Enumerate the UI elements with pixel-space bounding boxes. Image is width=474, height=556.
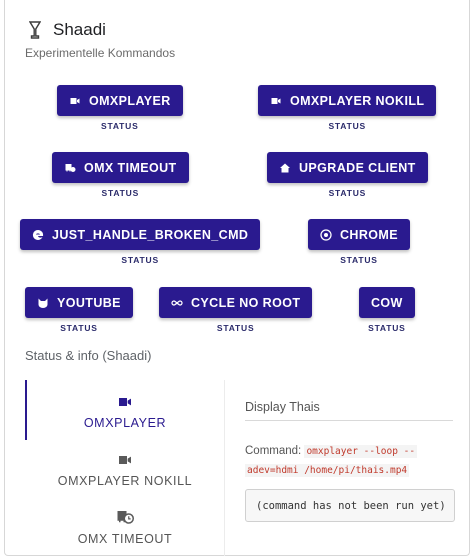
edge-browser-icon bbox=[32, 229, 44, 240]
omxplayer-nokill-button-label: OMXPLAYER NOKILL bbox=[290, 93, 425, 108]
status-label: STATUS bbox=[340, 255, 378, 265]
cat-icon bbox=[38, 298, 48, 308]
cow-button-label: COW bbox=[371, 295, 403, 310]
youtube-button[interactable]: YOUTUBE bbox=[25, 287, 133, 318]
video-camera-icon bbox=[271, 97, 281, 104]
just-handle-broken-cmd-button-label: JUST_HANDLE_BROKEN_CMD bbox=[52, 227, 249, 242]
video-camera-icon bbox=[119, 398, 131, 406]
status-label: STATUS bbox=[368, 323, 406, 333]
command-code: omxplayer --loop -- bbox=[304, 445, 418, 458]
command-omx-timeout: OMX TIMEOUT STATUS bbox=[52, 152, 189, 198]
command-just-handle-broken-cmd: JUST_HANDLE_BROKEN_CMD STATUS bbox=[20, 219, 261, 265]
tab-omxplayer-nokill[interactable]: OMXPLAYER NOKILL bbox=[25, 452, 225, 488]
bus-clock-icon bbox=[117, 511, 134, 524]
command-chrome: CHROME STATUS bbox=[308, 219, 410, 265]
card-header: Shaadi bbox=[27, 20, 106, 40]
bus-clock-icon bbox=[65, 163, 76, 172]
upgrade-client-button-label: UPGRADE CLIENT bbox=[299, 160, 416, 175]
tab-label: OMX TIMEOUT bbox=[77, 532, 173, 546]
tab-omxplayer[interactable]: OMXPLAYER bbox=[25, 394, 225, 430]
device-subtitle: Experimentelle Kommandos bbox=[25, 46, 176, 60]
command-label: Command: bbox=[245, 445, 302, 457]
cycle-no-root-button-label: CYCLE NO ROOT bbox=[191, 295, 301, 310]
status-label: STATUS bbox=[101, 188, 140, 198]
command-upgrade-client: UPGRADE CLIENT STATUS bbox=[267, 152, 428, 198]
command-output: (command has not been run yet) bbox=[245, 489, 455, 522]
status-label: STATUS bbox=[328, 121, 366, 131]
panel-title: Display Thais bbox=[245, 400, 320, 414]
tab-omx-timeout[interactable]: OMX TIMEOUT bbox=[25, 508, 225, 546]
status-label: STATUS bbox=[121, 255, 159, 265]
command-omxplayer-nokill: OMXPLAYER NOKILL STATUS bbox=[258, 85, 437, 131]
home-icon bbox=[280, 163, 290, 172]
upgrade-client-button[interactable]: UPGRADE CLIENT bbox=[267, 152, 428, 183]
chrome-icon bbox=[320, 228, 332, 241]
card: Shaadi Experimentelle Kommandos OMXPLAYE… bbox=[4, 0, 470, 556]
command-youtube: YOUTUBE STATUS bbox=[25, 287, 133, 333]
omx-timeout-button-label: OMX TIMEOUT bbox=[84, 160, 177, 175]
omxplayer-button-label: OMXPLAYER bbox=[89, 93, 171, 108]
device-title: Shaadi bbox=[53, 20, 106, 39]
video-camera-icon bbox=[70, 97, 80, 104]
omxplayer-button[interactable]: OMXPLAYER bbox=[57, 85, 183, 116]
command-omxplayer: OMXPLAYER STATUS bbox=[57, 85, 183, 131]
divider bbox=[245, 420, 453, 421]
tab-label: OMXPLAYER NOKILL bbox=[57, 474, 193, 488]
chrome-button-label: CHROME bbox=[340, 227, 398, 242]
youtube-button-label: YOUTUBE bbox=[57, 295, 121, 310]
omxplayer-nokill-button[interactable]: OMXPLAYER NOKILL bbox=[258, 85, 437, 116]
status-label: STATUS bbox=[60, 323, 98, 333]
status-info-title: Status & info (Shaadi) bbox=[25, 348, 152, 363]
video-camera-icon bbox=[119, 456, 131, 464]
status-tabs: OMXPLAYER OMXPLAYER NOKILL OMX TIMEOUT bbox=[25, 380, 225, 556]
chrome-button[interactable]: CHROME bbox=[308, 219, 410, 250]
cow-button[interactable]: COW bbox=[359, 287, 415, 318]
command-cycle-no-root: CYCLE NO ROOT STATUS bbox=[159, 287, 313, 333]
status-label: STATUS bbox=[328, 188, 367, 198]
status-label: STATUS bbox=[216, 323, 255, 333]
omx-timeout-button[interactable]: OMX TIMEOUT bbox=[52, 152, 189, 183]
command-line: Command: omxplayer --loop -- adev=hdmi /… bbox=[245, 442, 455, 480]
cocktail-glass-icon bbox=[27, 20, 43, 40]
command-cow: COW STATUS bbox=[359, 287, 415, 333]
infinity-icon bbox=[171, 299, 183, 306]
tab-label: OMXPLAYER bbox=[83, 416, 167, 430]
just-handle-broken-cmd-button[interactable]: JUST_HANDLE_BROKEN_CMD bbox=[20, 219, 261, 250]
status-label: STATUS bbox=[101, 121, 139, 131]
cycle-no-root-button[interactable]: CYCLE NO ROOT bbox=[159, 287, 313, 318]
command-code: adev=hdmi /home/pi/thais.mp4 bbox=[245, 464, 410, 477]
